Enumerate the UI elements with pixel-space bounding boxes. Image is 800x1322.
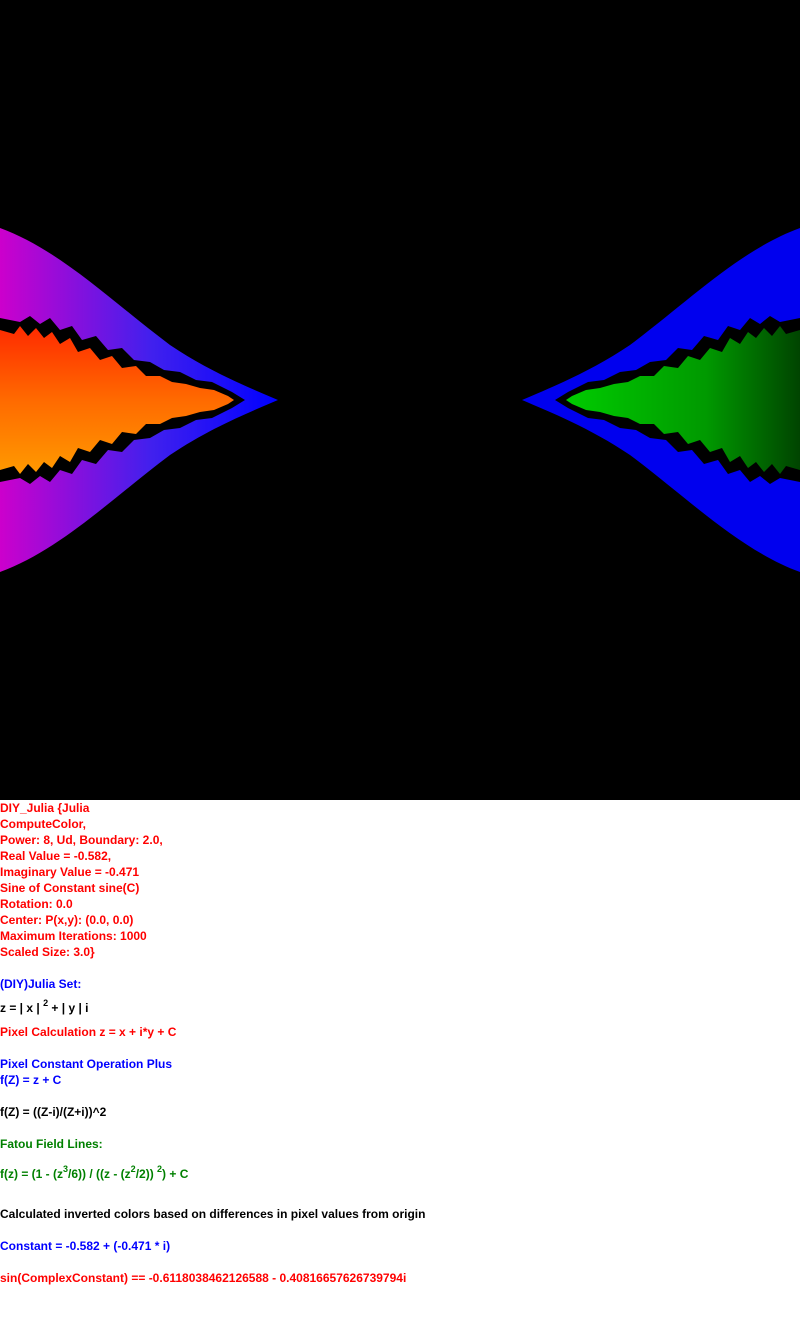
fractal-image — [0, 0, 800, 800]
param-sine-constant: Sine of Constant sine(C) — [0, 881, 140, 895]
constant-value: Constant = -0.582 + (-0.471 * i) — [0, 1239, 171, 1253]
set-title: (DIY)Julia Set: — [0, 977, 82, 991]
param-title: DIY_Julia {Julia — [0, 801, 90, 815]
fatou-title: Fatou Field Lines: — [0, 1137, 103, 1151]
param-power: Power: 8, Ud, Boundary: 2.0, — [0, 833, 163, 847]
param-rotation: Rotation: 0.0 — [0, 897, 73, 911]
param-imaginary-value: Imaginary Value = -0.471 — [0, 865, 140, 879]
pixel-calculation: Pixel Calculation z = x + i*y + C — [0, 1025, 177, 1039]
param-max-iterations: Maximum Iterations: 1000 — [0, 929, 147, 943]
param-compute-color: ComputeColor, — [0, 817, 86, 831]
fz-mobius-formula: f(Z) = ((Z-i)/(Z+i))^2 — [0, 1105, 107, 1119]
param-center: Center: P(x,y): (0.0, 0.0) — [0, 913, 134, 927]
sin-constant-value: sin(ComplexConstant) == -0.6118038462126… — [0, 1271, 407, 1285]
inverted-colors-note: Calculated inverted colors based on diff… — [0, 1207, 426, 1221]
param-real-value: Real Value = -0.582, — [0, 849, 112, 863]
fatou-formula: f(z) = (1 - (z3/6)) / ((z - (z2/2)) 2) +… — [0, 1164, 189, 1182]
param-scaled-size: Scaled Size: 3.0} — [0, 945, 95, 959]
fz-plus-formula: f(Z) = z + C — [0, 1073, 62, 1087]
fractal-info-panel: DIY_Julia {Julia ComputeColor, Power: 8,… — [0, 800, 800, 1286]
pixel-constant-operation: Pixel Constant Operation Plus — [0, 1057, 173, 1071]
z-formula: z = | x | 2 + | y | i — [0, 998, 89, 1016]
